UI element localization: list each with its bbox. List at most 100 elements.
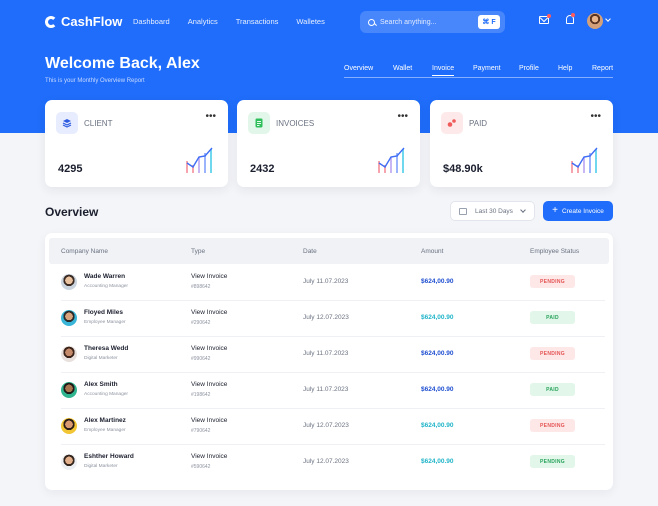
more-icon[interactable]: •••: [397, 111, 408, 122]
invoice-amount: $624,00.90: [421, 386, 454, 393]
top-navbar: CashFlow Dashboard Analytics Transaction…: [0, 0, 658, 44]
status-badge: PENDING: [530, 455, 575, 468]
column-header[interactable]: Type: [191, 248, 205, 255]
card-icon-box: [56, 112, 78, 134]
bell-notification-dot: [571, 13, 575, 17]
table-row[interactable]: Wade Warren Accounting Manager View Invo…: [61, 265, 605, 301]
view-invoice-link[interactable]: View Invoice: [191, 345, 227, 352]
create-invoice-label: Create Invoice: [561, 207, 604, 215]
tab-wallet[interactable]: Wallet: [393, 65, 412, 72]
stack-icon: [62, 119, 72, 128]
user-avatar[interactable]: [587, 13, 603, 29]
tab-invoice[interactable]: Invoice: [432, 65, 455, 76]
table-row[interactable]: Alex Martinez Employee Manager View Invo…: [61, 409, 605, 445]
tab-help[interactable]: Help: [558, 65, 572, 72]
avatar: [61, 346, 77, 362]
column-header[interactable]: Company Name: [61, 248, 108, 255]
search-input[interactable]: Search anything... ⌘ F: [360, 11, 505, 33]
chevron-down-icon[interactable]: [605, 16, 611, 22]
table-row[interactable]: Floyed Miles Employee Manager View Invoi…: [61, 301, 605, 337]
nav-analytics[interactable]: Analytics: [188, 17, 218, 26]
search-shortcut: ⌘ F: [478, 15, 500, 29]
invoice-number: #290642: [191, 320, 211, 326]
table-row[interactable]: Eshther Howard Digital Marketer View Inv…: [61, 445, 605, 481]
tab-profile[interactable]: Profile: [519, 65, 539, 72]
employee-role: Employee Manager: [84, 428, 126, 433]
avatar: [61, 310, 77, 326]
invoice-amount: $624,00.90: [421, 422, 454, 429]
overview-title: Overview: [45, 205, 99, 219]
invoice-number: #898642: [191, 284, 211, 290]
view-invoice-link[interactable]: View Invoice: [191, 309, 227, 316]
invoice-amount: $624,00.90: [421, 278, 454, 285]
table-header: Company Name Type Date Amount Employee S…: [49, 238, 609, 264]
column-header[interactable]: Amount: [421, 248, 443, 255]
status-badge: PAID: [530, 311, 575, 324]
employee-name: Eshther Howard: [84, 453, 134, 460]
chevron-down-icon: [520, 207, 526, 213]
create-invoice-button[interactable]: + Create Invoice: [543, 201, 613, 221]
invoice-date: July 11.07.2023: [303, 386, 349, 393]
column-header[interactable]: Employee Status: [530, 248, 579, 255]
more-icon[interactable]: •••: [590, 111, 601, 122]
tab-payment[interactable]: Payment: [473, 65, 501, 72]
table-row[interactable]: Alex Smith Accounting Manager View Invoi…: [61, 373, 605, 409]
status-badge: PENDING: [530, 275, 575, 288]
app-logo[interactable]: CashFlow: [45, 14, 122, 29]
invoice-date: July 11.07.2023: [303, 350, 349, 357]
page-title: Welcome Back, Alex: [45, 55, 200, 72]
card-value: 4295: [58, 163, 83, 175]
column-header[interactable]: Date: [303, 248, 317, 255]
tab-report[interactable]: Report: [592, 65, 613, 72]
employee-name: Wade Warren: [84, 273, 126, 280]
more-icon[interactable]: •••: [205, 111, 216, 122]
plus-icon: +: [552, 205, 558, 216]
nav-dashboard[interactable]: Dashboard: [133, 17, 170, 26]
date-range-select[interactable]: Last 30 Days: [450, 201, 535, 221]
avatar: [61, 418, 77, 434]
invoice-date: July 12.07.2023: [303, 458, 349, 465]
invoice-date: July 12.07.2023: [303, 314, 349, 321]
avatar: [61, 274, 77, 290]
tab-overview[interactable]: Overview: [344, 65, 373, 72]
table-row[interactable]: Theresa Wedd Digital Marketer View Invoi…: [61, 337, 605, 373]
invoice-number: #990642: [191, 356, 211, 362]
document-icon: [255, 118, 263, 128]
invoice-date: July 11.07.2023: [303, 278, 349, 285]
card-label: INVOICES: [276, 119, 315, 128]
employee-role: Employee Manager: [84, 320, 126, 325]
logo-icon: [45, 15, 57, 28]
date-range-value: Last 30 Days: [475, 207, 513, 215]
sparkline-chart: [378, 147, 405, 173]
employee-name: Theresa Wedd: [84, 345, 129, 352]
sparkline-chart: [571, 147, 598, 173]
calendar-icon: [459, 207, 467, 215]
view-invoice-link[interactable]: View Invoice: [191, 453, 227, 460]
employee-role: Accounting Manager: [84, 284, 128, 289]
employee-name: Alex Smith: [84, 381, 118, 388]
employee-role: Accounting Manager: [84, 392, 128, 397]
view-invoice-link[interactable]: View Invoice: [191, 381, 227, 388]
card-value: $48.90k: [443, 163, 483, 175]
employee-role: Digital Marketer: [84, 464, 118, 469]
client-card: CLIENT ••• 4295: [45, 100, 228, 187]
invoice-amount: $624,00.90: [421, 350, 454, 357]
invoices-card: INVOICES ••• 2432: [237, 100, 420, 187]
invoice-number: #198642: [191, 392, 211, 398]
employee-role: Digital Marketer: [84, 356, 118, 361]
nav-walletes[interactable]: Walletes: [296, 17, 324, 26]
invoice-date: July 12.07.2023: [303, 422, 349, 429]
main-nav: Dashboard Analytics Transactions Wallete…: [133, 17, 343, 26]
card-icon-box: [248, 112, 270, 134]
search-placeholder: Search anything...: [380, 18, 437, 26]
sparkline-chart: [186, 147, 213, 173]
view-invoice-link[interactable]: View Invoice: [191, 273, 227, 280]
paid-card: PAID ••• $48.90k: [430, 100, 613, 187]
view-invoice-link[interactable]: View Invoice: [191, 417, 227, 424]
page-subtitle: This is your Monthly Overview Report: [45, 78, 145, 84]
search-icon: [368, 18, 375, 26]
nav-transactions[interactable]: Transactions: [236, 17, 279, 26]
section-tabs: Overview Wallet Invoice Payment Profile …: [344, 65, 613, 78]
avatar: [61, 454, 77, 470]
card-label: CLIENT: [84, 119, 113, 128]
